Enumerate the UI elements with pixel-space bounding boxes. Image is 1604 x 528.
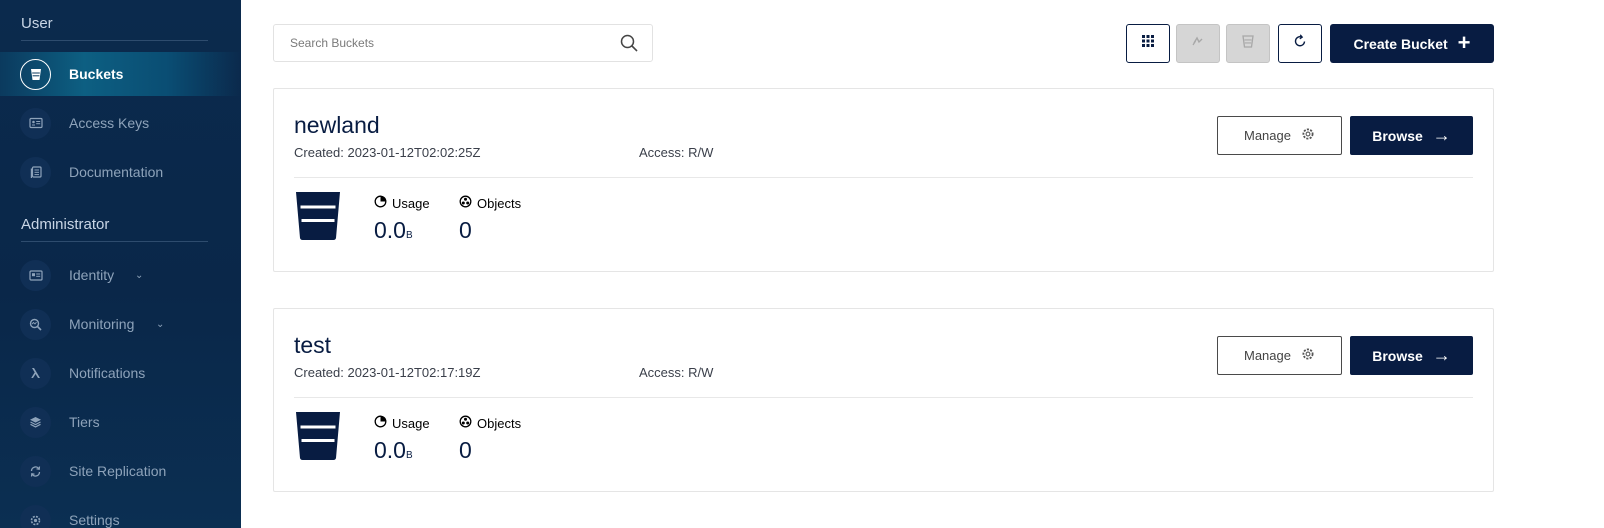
bucket-name[interactable]: newland bbox=[294, 112, 380, 139]
browse-button[interactable]: Browse → bbox=[1350, 336, 1473, 375]
card-divider bbox=[294, 177, 1473, 178]
access-keys-icon bbox=[20, 107, 51, 139]
refresh-icon bbox=[1293, 34, 1307, 53]
objects-icon bbox=[459, 195, 472, 211]
sidebar-item-label: Site Replication bbox=[69, 463, 167, 479]
pie-chart-icon bbox=[374, 195, 387, 211]
gear-icon bbox=[1301, 127, 1315, 144]
card-divider bbox=[294, 397, 1473, 398]
sidebar-item-label: Tiers bbox=[69, 414, 100, 430]
browse-label: Browse bbox=[1372, 347, 1423, 364]
manage-label: Manage bbox=[1244, 348, 1291, 363]
search-box bbox=[273, 24, 653, 62]
bucket-access: Access: R/W bbox=[639, 365, 714, 380]
browse-button[interactable]: Browse → bbox=[1350, 116, 1473, 155]
bucket-icon bbox=[294, 191, 342, 246]
create-bucket-button[interactable]: Create Bucket + bbox=[1330, 24, 1494, 63]
bucket-card[interactable]: test Created: 2023-01-12T02:17:19Z Acces… bbox=[273, 308, 1494, 492]
bucket-lifecycle-icon bbox=[1241, 34, 1255, 53]
sidebar-item-documentation[interactable]: Documentation bbox=[0, 150, 241, 194]
sidebar-item-label: Buckets bbox=[69, 66, 124, 82]
objects-stat: Objects 0 bbox=[459, 415, 521, 464]
search-input[interactable] bbox=[290, 36, 610, 50]
replication-icon bbox=[1191, 34, 1205, 53]
sidebar-item-label: Settings bbox=[69, 512, 120, 528]
objects-value: 0 bbox=[459, 217, 472, 243]
objects-icon bbox=[459, 415, 472, 431]
section-title-user: User bbox=[21, 15, 53, 32]
manage-button[interactable]: Manage bbox=[1217, 336, 1342, 375]
app-window: User Buckets Access Keys Documentation A… bbox=[0, 0, 1604, 528]
bucket-access: Access: R/W bbox=[639, 145, 714, 160]
bucket-icon bbox=[294, 411, 342, 466]
bucket-created-date: Created: 2023-01-12T02:17:19Z bbox=[294, 365, 481, 380]
sidebar-item-label: Access Keys bbox=[69, 115, 150, 131]
sidebar-item-tiers[interactable]: Tiers bbox=[0, 400, 241, 444]
objects-label: Objects bbox=[477, 415, 522, 431]
objects-label: Objects bbox=[477, 195, 522, 211]
plus-icon: + bbox=[1457, 29, 1471, 55]
sidebar-item-label: Monitoring bbox=[69, 316, 135, 332]
pie-chart-icon bbox=[374, 415, 387, 431]
usage-stat: Usage 0.0B bbox=[374, 415, 430, 464]
usage-stat: Usage 0.0B bbox=[374, 195, 430, 244]
arrow-right-icon: → bbox=[1432, 124, 1451, 145]
usage-unit: B bbox=[405, 230, 413, 241]
sidebar-item-notifications[interactable]: Notifications bbox=[0, 351, 241, 395]
select-multiple-button[interactable] bbox=[1126, 24, 1170, 63]
sidebar-item-settings[interactable]: Settings bbox=[0, 498, 241, 528]
sidebar-item-identity[interactable]: Identity ⌄ bbox=[0, 253, 241, 297]
set-lifecycle-button[interactable] bbox=[1226, 24, 1270, 63]
identity-icon bbox=[20, 259, 51, 291]
tiers-icon bbox=[20, 406, 51, 438]
lambda-icon bbox=[20, 357, 51, 389]
usage-label: Usage bbox=[392, 195, 430, 211]
bucket-icon bbox=[20, 58, 51, 90]
arrow-right-icon: → bbox=[1432, 344, 1451, 365]
site-replication-icon bbox=[20, 455, 51, 487]
section-divider bbox=[21, 40, 208, 41]
set-replication-button[interactable] bbox=[1176, 24, 1220, 63]
gear-icon bbox=[1301, 347, 1315, 364]
usage-value: 0.0 bbox=[374, 437, 406, 463]
manage-label: Manage bbox=[1244, 128, 1291, 143]
sidebar-item-label: Notifications bbox=[69, 365, 146, 381]
sidebar: User Buckets Access Keys Documentation A… bbox=[0, 0, 241, 528]
sidebar-item-monitoring[interactable]: Monitoring ⌄ bbox=[0, 302, 241, 346]
sidebar-item-access-keys[interactable]: Access Keys bbox=[0, 101, 241, 145]
create-bucket-label: Create Bucket bbox=[1353, 35, 1448, 52]
browse-label: Browse bbox=[1372, 127, 1423, 144]
settings-icon bbox=[20, 504, 51, 528]
bucket-created-date: Created: 2023-01-12T02:02:25Z bbox=[294, 145, 481, 160]
section-divider bbox=[21, 241, 208, 242]
usage-unit: B bbox=[405, 450, 413, 461]
objects-value: 0 bbox=[459, 437, 472, 463]
sidebar-item-label: Identity bbox=[69, 267, 115, 283]
monitoring-icon bbox=[20, 308, 51, 340]
manage-button[interactable]: Manage bbox=[1217, 116, 1342, 155]
sidebar-item-site-replication[interactable]: Site Replication bbox=[0, 449, 241, 493]
section-title-administrator: Administrator bbox=[21, 216, 110, 233]
refresh-button[interactable] bbox=[1278, 24, 1322, 63]
bucket-name[interactable]: test bbox=[294, 332, 331, 359]
documentation-icon bbox=[20, 156, 51, 188]
chevron-down-icon[interactable]: ⌄ bbox=[135, 270, 143, 281]
sidebar-item-buckets[interactable]: Buckets bbox=[0, 52, 241, 96]
bucket-card[interactable]: newland Created: 2023-01-12T02:02:25Z Ac… bbox=[273, 88, 1494, 272]
search-icon[interactable] bbox=[620, 34, 638, 57]
usage-value: 0.0 bbox=[374, 217, 406, 243]
sidebar-item-label: Documentation bbox=[69, 164, 164, 180]
chevron-down-icon[interactable]: ⌄ bbox=[156, 319, 164, 330]
usage-label: Usage bbox=[392, 415, 430, 431]
grid-select-icon bbox=[1141, 34, 1155, 53]
objects-stat: Objects 0 bbox=[459, 195, 521, 244]
